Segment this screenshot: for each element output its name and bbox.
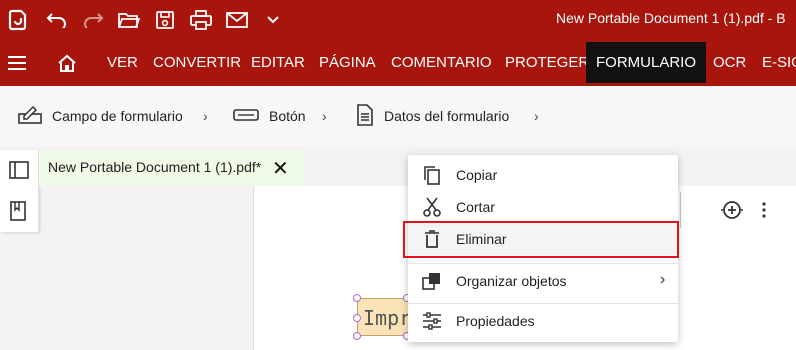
context-menu-properties-label: Propiedades <box>456 313 535 329</box>
redo-icon[interactable] <box>80 0 106 39</box>
context-menu-arrange[interactable]: Organizar objetos › <box>408 265 678 297</box>
form-data-icon <box>356 103 374 129</box>
resize-handle[interactable] <box>353 314 361 322</box>
chevron-right-icon: › <box>203 108 208 124</box>
menu-pagina[interactable]: PÁGINA <box>319 39 376 86</box>
resize-handle[interactable] <box>353 294 361 302</box>
ribbon-form-data-button[interactable]: Datos del formulario <box>356 103 510 129</box>
bookmark-icon[interactable] <box>9 201 29 221</box>
menu-divider <box>408 263 678 264</box>
open-folder-icon[interactable] <box>116 0 142 39</box>
print-icon[interactable] <box>188 0 214 39</box>
scissors-icon <box>422 197 442 217</box>
chevron-down-icon[interactable] <box>260 0 286 39</box>
context-menu-arrange-label: Organizar objetos <box>456 273 567 289</box>
email-icon[interactable] <box>224 0 250 39</box>
menu-ocr[interactable]: OCR <box>713 39 746 86</box>
menu-comentario[interactable]: COMENTARIO <box>391 39 492 86</box>
undo-icon[interactable] <box>44 0 70 39</box>
menu-proteger[interactable]: PROTEGER <box>505 39 589 86</box>
menu-convertir[interactable]: CONVERTIR <box>153 39 241 86</box>
resize-handle[interactable] <box>353 332 361 340</box>
menu-e-sign[interactable]: E-SIG <box>762 39 796 86</box>
document-tab[interactable]: New Portable Document 1 (1).pdf* ✕ <box>39 150 304 186</box>
context-menu-cut-label: Cortar <box>456 199 495 215</box>
sidebar-toggle-icon[interactable] <box>9 161 29 181</box>
close-icon[interactable]: ✕ <box>272 156 289 181</box>
home-icon[interactable] <box>54 39 80 86</box>
document-tab-label: New Portable Document 1 (1).pdf* <box>48 159 262 175</box>
copy-icon <box>422 165 442 185</box>
mini-toolbar <box>680 192 796 228</box>
left-panel <box>0 150 39 232</box>
arrange-objects-icon <box>422 271 442 291</box>
menu-divider <box>408 303 678 304</box>
chevron-right-icon: › <box>534 108 539 124</box>
menu-ver[interactable]: VER <box>107 39 138 86</box>
ribbon-form-data-label: Datos del formulario <box>384 108 510 124</box>
app-logo-icon[interactable] <box>5 0 31 39</box>
form-field-icon <box>18 105 42 128</box>
ribbon-form-field-button[interactable]: Campo de formulario <box>18 104 183 128</box>
properties-icon <box>422 311 442 331</box>
context-menu-copy[interactable]: Copiar <box>408 159 678 191</box>
ribbon-button-button[interactable]: Botón <box>233 104 306 128</box>
form-field-button[interactable]: Impr <box>357 298 409 336</box>
more-options-icon[interactable] <box>761 201 767 224</box>
window-title: New Portable Document 1 (1).pdf - B <box>556 10 786 26</box>
zoom-in-icon[interactable] <box>719 199 745 226</box>
button-icon <box>233 107 259 126</box>
context-menu-copy-label: Copiar <box>456 167 498 183</box>
ribbon-form-field-label: Campo de formulario <box>52 108 183 124</box>
menu-formulario[interactable]: FORMULARIO <box>586 42 707 83</box>
highlight-box <box>403 221 679 258</box>
submenu-arrow-icon: › <box>660 271 666 288</box>
hamburger-menu-icon[interactable] <box>4 39 30 86</box>
chevron-right-icon: › <box>322 108 327 124</box>
save-icon[interactable] <box>152 0 178 39</box>
menu-editar[interactable]: EDITAR <box>251 39 305 86</box>
ribbon-button-label: Botón <box>269 108 306 124</box>
context-menu-properties[interactable]: Propiedades <box>408 305 678 337</box>
context-menu-cut[interactable]: Cortar <box>408 191 678 223</box>
